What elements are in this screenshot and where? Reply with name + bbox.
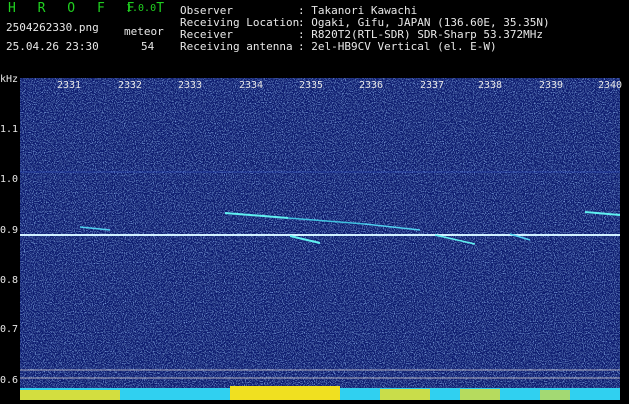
info-value-observer: : Takanori Kawachi [298, 4, 418, 17]
info-key-receiver: Receiver [180, 28, 233, 41]
x-tick-label: 2334 [239, 80, 264, 91]
spectrogram-canvas [20, 78, 621, 400]
y-tick-label: 0.7 [0, 324, 19, 335]
signal-peak [540, 390, 570, 400]
signal-peak [380, 389, 430, 400]
y-tick-label: 0.9 [0, 225, 19, 236]
filename-label: 2504262330.png [6, 21, 99, 34]
signal-strength-bar [20, 386, 620, 400]
x-tick-label: 2335 [299, 80, 324, 91]
info-key-location: Receiving Location [180, 16, 300, 29]
x-tick-label: 2331 [57, 80, 82, 91]
signal-peak [20, 390, 120, 400]
x-tick-label: 2336 [359, 80, 384, 91]
spectrogram [20, 78, 621, 400]
y-tick-label: 1.0 [0, 174, 19, 185]
info-key-observer: Observer [180, 4, 233, 17]
x-tick-label: 2340 [598, 80, 623, 91]
version-label: 1.0.0 [126, 3, 157, 14]
x-tick-label: 2339 [539, 80, 564, 91]
info-value-receiver: : R820T2(RTL-SDR) SDR-Sharp 53.372MHz [298, 28, 544, 41]
info-key-antenna: Receiving antenna [180, 40, 293, 53]
y-tick-label: 0.8 [0, 275, 19, 286]
y-tick-label: 0.6 [0, 375, 19, 386]
info-value-antenna: : 2el-HB9CV Vertical (el. E-W) [298, 40, 497, 53]
y-axis-unit: kHz [0, 74, 19, 85]
meteor-count: 54 [141, 40, 155, 53]
x-tick-label: 2333 [178, 80, 203, 91]
x-tick-label: 2332 [118, 80, 143, 91]
datetime-label: 25.04.26 23:30 [6, 40, 99, 53]
info-value-location: : Ogaki, Gifu, JAPAN (136.60E, 35.35N) [298, 16, 550, 29]
signal-peak [460, 389, 500, 400]
x-tick-label: 2338 [478, 80, 503, 91]
spectrogram-background [20, 78, 620, 400]
y-tick-label: 1.1 [0, 124, 19, 135]
x-tick-label: 2337 [420, 80, 445, 91]
signal-peak [230, 386, 340, 400]
meteor-label: meteor [124, 25, 164, 38]
